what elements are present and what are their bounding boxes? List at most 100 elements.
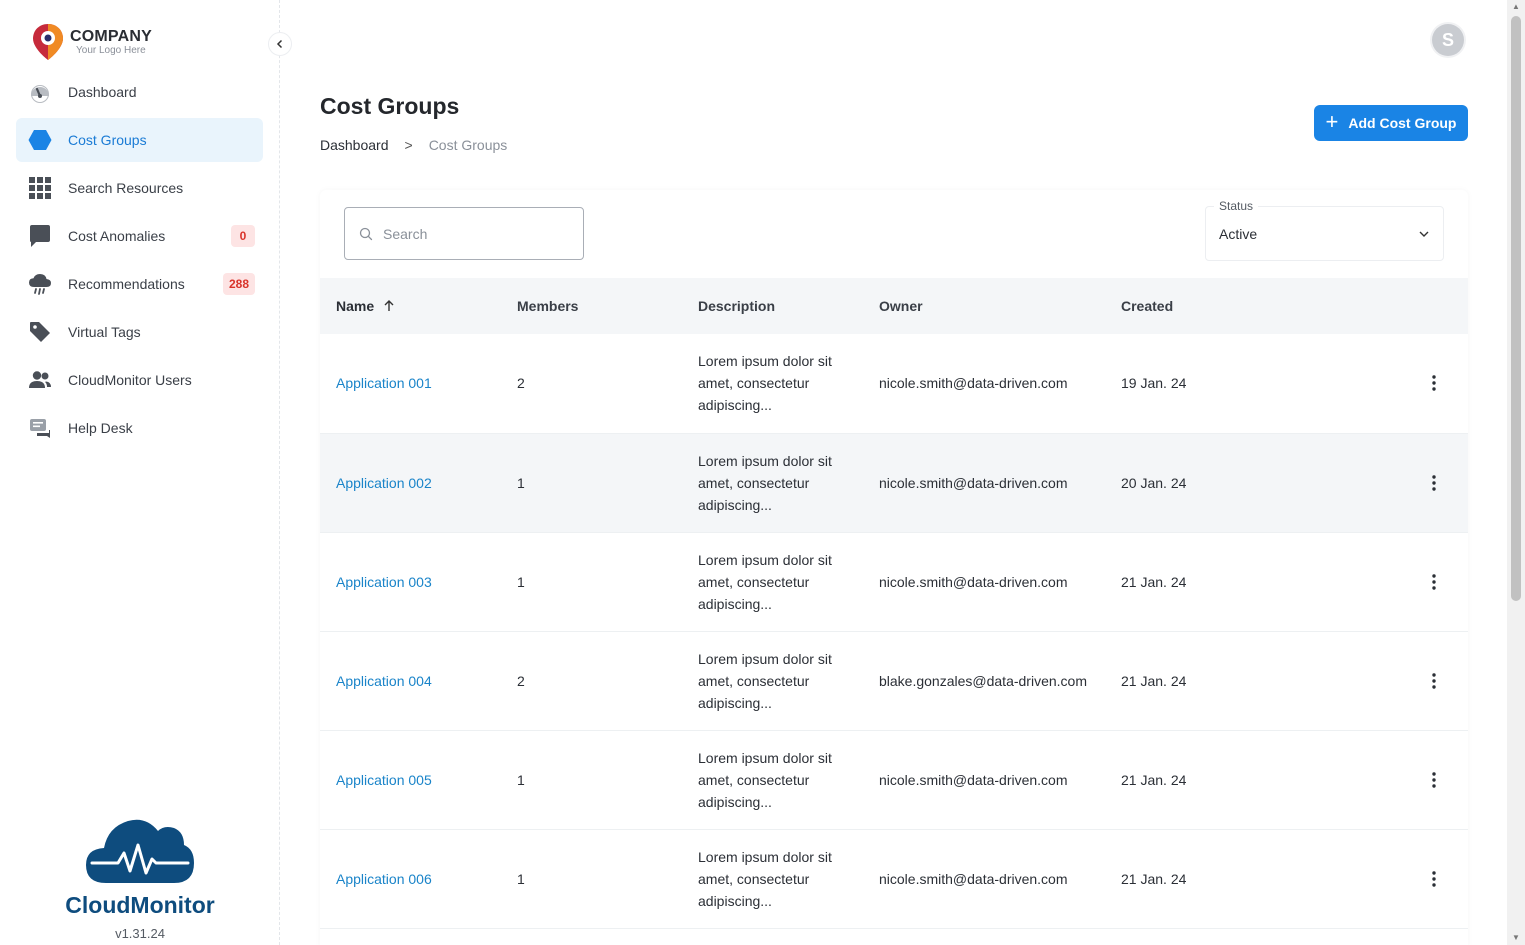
sidebar-item-label: Cost Groups bbox=[68, 132, 147, 148]
column-header-name[interactable]: Name bbox=[320, 278, 501, 334]
company-tagline: Your Logo Here bbox=[76, 45, 146, 56]
arrow-up-sort-icon bbox=[384, 300, 394, 311]
sidebar-item-cloudmonitor-users[interactable]: CloudMonitor Users bbox=[16, 358, 263, 402]
chevron-down-icon bbox=[1419, 231, 1429, 237]
description-text: Lorem ipsum dolor sit amet, consectetur … bbox=[698, 353, 832, 414]
owner-email: nicole.smith@data-driven.com bbox=[879, 474, 1068, 491]
table-row: Application 004 2 Lorem ipsum dolor sit … bbox=[320, 631, 1468, 730]
company-name: COMPANY bbox=[70, 28, 152, 45]
sidebar-item-label: Cost Anomalies bbox=[68, 228, 166, 244]
sidebar-item-help-desk[interactable]: Help Desk bbox=[16, 406, 263, 450]
owner-email: nicole.smith@data-driven.com bbox=[879, 573, 1068, 590]
sidebar-item-dashboard[interactable]: Dashboard bbox=[16, 70, 263, 114]
column-header-label: Name bbox=[336, 298, 375, 314]
owner-email: nicole.smith@data-driven.com bbox=[879, 771, 1068, 788]
cost-group-name-link[interactable]: Application 003 bbox=[320, 532, 501, 631]
cloudmonitor-brand: CloudMonitor bbox=[0, 815, 280, 919]
sidebar-item-label: Recommendations bbox=[68, 276, 185, 292]
plus-icon: + bbox=[1325, 109, 1339, 134]
sidebar-item-virtual-tags[interactable]: Virtual Tags bbox=[16, 310, 263, 354]
sidebar-item-cost-groups[interactable]: Cost Groups bbox=[16, 118, 263, 162]
sidebar-item-label: Help Desk bbox=[68, 420, 133, 436]
members-count: 2 bbox=[517, 375, 525, 392]
scrollbar-thumb[interactable] bbox=[1511, 16, 1521, 601]
more-actions-icon[interactable] bbox=[1424, 572, 1444, 592]
column-header-owner[interactable]: Owner bbox=[863, 278, 1105, 334]
cost-groups-table: Name Members Description Owner Created A… bbox=[320, 278, 1468, 929]
breadcrumb-current: Cost Groups bbox=[428, 137, 508, 153]
owner-email: nicole.smith@data-driven.com bbox=[879, 375, 1068, 392]
page-scrollbar[interactable]: ▲ ▼ bbox=[1507, 0, 1525, 945]
description-text: Lorem ipsum dolor sit amet, consectetur … bbox=[698, 452, 832, 513]
breadcrumb-dashboard-link[interactable]: Dashboard bbox=[320, 137, 389, 153]
table-row: Application 006 1 Lorem ipsum dolor sit … bbox=[320, 829, 1468, 928]
more-actions-icon[interactable] bbox=[1424, 671, 1444, 691]
cloud-heartbeat-logo-icon bbox=[86, 819, 194, 883]
breadcrumb-separator: > bbox=[404, 137, 413, 153]
cost-group-name-link[interactable]: Application 006 bbox=[320, 829, 501, 928]
created-date: 21 Jan. 24 bbox=[1121, 870, 1187, 887]
search-input[interactable] bbox=[383, 225, 563, 242]
sidebar-item-label: CloudMonitor Users bbox=[68, 372, 192, 388]
breadcrumb: Dashboard > Cost Groups bbox=[320, 137, 507, 153]
collapse-sidebar-button[interactable] bbox=[268, 32, 292, 56]
tag-icon bbox=[28, 320, 52, 344]
table-row: Application 001 2 Lorem ipsum dolor sit … bbox=[320, 334, 1468, 433]
add-cost-group-label: Add Cost Group bbox=[1348, 115, 1457, 131]
members-count: 1 bbox=[517, 474, 525, 491]
location-pin-logo-icon bbox=[30, 22, 66, 62]
description-text: Lorem ipsum dolor sit amet, consectetur … bbox=[698, 749, 832, 810]
owner-email: blake.gonzales@data-driven.com bbox=[879, 672, 1087, 689]
search-field[interactable] bbox=[344, 207, 584, 260]
table-header-row: Name Members Description Owner Created bbox=[320, 278, 1468, 334]
sidebar-item-cost-anomalies[interactable]: Cost Anomalies 0 bbox=[16, 214, 263, 258]
description-text: Lorem ipsum dolor sit amet, consectetur … bbox=[698, 650, 832, 711]
table-row: Application 005 1 Lorem ipsum dolor sit … bbox=[320, 730, 1468, 829]
cost-groups-card: Status Active Name Members Description O… bbox=[320, 190, 1468, 945]
more-actions-icon[interactable] bbox=[1424, 869, 1444, 889]
members-count: 1 bbox=[517, 870, 525, 887]
hexagon-icon bbox=[28, 128, 52, 152]
brand-name: CloudMonitor bbox=[65, 892, 215, 918]
main-content: S Cost Groups Dashboard > Cost Groups + … bbox=[281, 0, 1507, 945]
sidebar-item-label: Search Resources bbox=[68, 180, 184, 196]
scroll-up-arrow-icon[interactable]: ▲ bbox=[1511, 2, 1521, 12]
user-avatar[interactable]: S bbox=[1432, 24, 1464, 56]
cost-group-name-link[interactable]: Application 002 bbox=[320, 433, 501, 532]
table-row: Application 002 1 Lorem ipsum dolor sit … bbox=[320, 433, 1468, 532]
created-date: 20 Jan. 24 bbox=[1121, 474, 1187, 491]
cost-group-name-link[interactable]: Application 005 bbox=[320, 730, 501, 829]
chevron-left-icon bbox=[276, 39, 283, 49]
cloud-rain-icon bbox=[28, 272, 52, 296]
column-header-created[interactable]: Created bbox=[1105, 278, 1305, 334]
description-text: Lorem ipsum dolor sit amet, consectetur … bbox=[698, 848, 832, 909]
more-actions-icon[interactable] bbox=[1424, 473, 1444, 493]
created-date: 21 Jan. 24 bbox=[1121, 771, 1187, 788]
members-count: 1 bbox=[517, 573, 525, 590]
sidebar-item-recommendations[interactable]: Recommendations 288 bbox=[16, 262, 263, 306]
owner-email: nicole.smith@data-driven.com bbox=[879, 870, 1068, 887]
column-header-description[interactable]: Description bbox=[682, 278, 863, 334]
members-count: 2 bbox=[517, 672, 525, 689]
column-header-actions bbox=[1305, 278, 1468, 334]
app-version: v1.31.24 bbox=[115, 926, 165, 941]
add-cost-group-button[interactable]: + Add Cost Group bbox=[1314, 105, 1468, 141]
chat-icon bbox=[28, 224, 52, 248]
members-count: 1 bbox=[517, 771, 525, 788]
scroll-down-arrow-icon[interactable]: ▼ bbox=[1511, 933, 1521, 943]
sidebar-item-search-resources[interactable]: Search Resources bbox=[16, 166, 263, 210]
cost-group-name-link[interactable]: Application 004 bbox=[320, 631, 501, 730]
created-date: 21 Jan. 24 bbox=[1121, 672, 1187, 689]
created-date: 21 Jan. 24 bbox=[1121, 573, 1187, 590]
more-actions-icon[interactable] bbox=[1424, 770, 1444, 790]
status-label: Status bbox=[1214, 199, 1259, 213]
status-value: Active bbox=[1219, 226, 1258, 242]
search-icon bbox=[359, 227, 373, 240]
column-header-members[interactable]: Members bbox=[501, 278, 682, 334]
status-select[interactable]: Status Active bbox=[1205, 199, 1444, 261]
cost-anomalies-count-badge: 0 bbox=[231, 225, 255, 247]
company-logo[interactable]: COMPANY Your Logo Here bbox=[30, 22, 152, 62]
more-actions-icon[interactable] bbox=[1424, 373, 1444, 393]
created-date: 19 Jan. 24 bbox=[1121, 375, 1187, 392]
cost-group-name-link[interactable]: Application 001 bbox=[320, 334, 501, 433]
